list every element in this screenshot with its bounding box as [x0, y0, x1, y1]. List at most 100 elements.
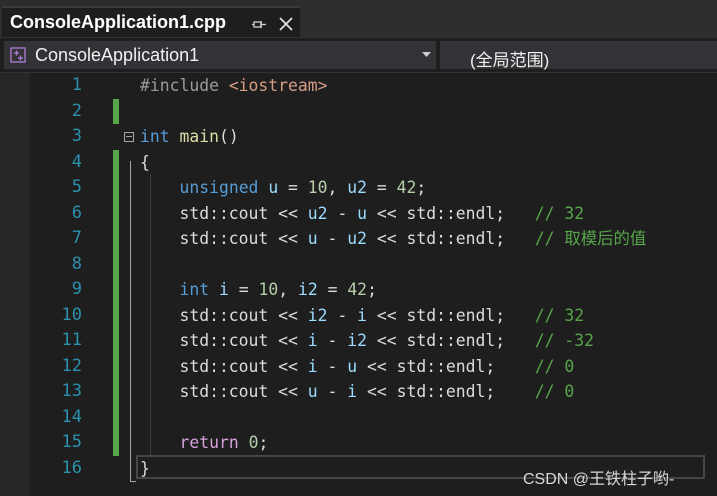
code-token: {: [140, 152, 150, 172]
line-number: 10: [61, 304, 82, 325]
line-number: 3: [71, 126, 82, 146]
code-token: i: [218, 280, 229, 299]
code-token: =: [317, 280, 348, 299]
code-text: unsigned u = 10, u2 = 42;: [140, 175, 426, 201]
code-token: u2: [347, 229, 367, 248]
code-line[interactable]: 12 std::cout << i - u << std::endl; // 0: [0, 353, 717, 379]
change-indicator: [113, 226, 119, 252]
code-text: std::cout << u - u2 << std::endl; // 取模后…: [140, 226, 646, 252]
cpp-project-icon: [10, 47, 26, 63]
fold-region-line: [130, 161, 131, 481]
change-indicator: [113, 175, 119, 201]
code-text: int main(): [140, 124, 239, 150]
change-indicator: [113, 98, 119, 124]
code-token: ;: [367, 280, 377, 299]
code-token: i2: [307, 305, 328, 325]
code-token: u: [307, 382, 318, 401]
code-token: -: [317, 229, 348, 248]
line-number: 13: [61, 381, 82, 401]
code-line[interactable]: 14: [0, 404, 717, 430]
code-token: =: [228, 280, 259, 299]
pin-icon[interactable]: [251, 16, 267, 32]
code-token: 0: [248, 433, 259, 452]
project-dropdown[interactable]: ConsoleApplication1: [4, 41, 436, 69]
code-token: i2: [297, 280, 318, 299]
line-number: 9: [71, 279, 82, 299]
code-line[interactable]: 7 std::cout << u - u2 << std::endl; // 取…: [0, 226, 717, 252]
code-line[interactable]: 11 std::cout << i - i2 << std::endl; // …: [0, 328, 717, 354]
code-token: u2: [307, 203, 328, 223]
chevron-down-icon[interactable]: [422, 52, 431, 58]
line-number: 8: [71, 253, 82, 274]
code-token: std::cout <<: [140, 331, 308, 350]
project-label: ConsoleApplication1: [35, 45, 200, 65]
line-number: 14: [61, 406, 82, 427]
code-token: ,: [327, 178, 348, 197]
line-number: 11: [61, 330, 82, 350]
code-token: // 32: [534, 305, 585, 325]
code-token: ;: [258, 433, 269, 452]
code-token: // -32: [534, 331, 594, 350]
code-text: std::cout << u2 - u << std::endl; // 32: [140, 201, 584, 227]
line-number: 4: [71, 151, 82, 172]
code-line[interactable]: 13 std::cout << u - i << std::endl; // 0: [0, 379, 717, 405]
code-token: std::cout <<: [140, 305, 308, 325]
change-indicator: [113, 379, 119, 405]
code-line[interactable]: 9 int i = 10, i2 = 42;: [0, 277, 717, 303]
code-line[interactable]: 6 std::cout << u2 - u << std::endl; // 3…: [0, 200, 717, 227]
code-token: -: [327, 305, 358, 325]
change-indicator: [113, 430, 119, 456]
change-indicator: [113, 200, 119, 226]
code-line[interactable]: 3 int main(): [0, 124, 717, 150]
collapse-toggle-icon[interactable]: [124, 132, 134, 142]
code-line[interactable]: 10 std::cout << i2 - i << std::endl; // …: [0, 302, 717, 329]
code-text: int i = 10, i2 = 42;: [140, 277, 377, 303]
code-token: i: [347, 382, 358, 401]
scope-dropdown[interactable]: (全局范围): [440, 41, 717, 70]
code-token: 42: [347, 280, 368, 299]
code-line[interactable]: 5 unsigned u = 10, u2 = 42;: [0, 175, 717, 201]
code-token: -: [317, 331, 348, 350]
fold-region-end: [130, 481, 136, 482]
code-line[interactable]: 1 #include <iostream>: [0, 73, 717, 99]
code-line[interactable]: 2: [0, 98, 717, 124]
csdn-watermark: CSDN @王铁柱子哟-: [523, 471, 675, 488]
vertical-scrollbar[interactable]: [705, 73, 717, 496]
code-token: << std::endl;: [357, 382, 535, 401]
change-indicator: [113, 277, 119, 303]
code-token: u: [307, 229, 318, 248]
code-token: << std::endl;: [367, 229, 535, 248]
line-number: 1: [71, 75, 82, 95]
line-number: 7: [71, 228, 82, 248]
change-indicator: [113, 404, 119, 430]
code-token: main: [179, 127, 219, 146]
code-token: 10: [258, 280, 279, 299]
code-token: u: [347, 356, 358, 376]
change-indicator: [113, 353, 119, 379]
code-line[interactable]: 8: [0, 251, 717, 277]
code-token: i: [307, 331, 318, 350]
document-tab[interactable]: ConsoleApplication1.cpp: [2, 6, 300, 37]
line-number: 2: [71, 100, 82, 121]
line-number: 16: [61, 457, 82, 478]
code-token: i: [307, 356, 318, 376]
code-token: -: [327, 203, 358, 223]
code-token: 42: [396, 178, 417, 197]
code-text: std::cout << i2 - i << std::endl; // 32: [140, 303, 584, 329]
line-number: 15: [61, 432, 82, 452]
code-token: return: [179, 433, 239, 452]
line-number: 12: [61, 355, 82, 376]
document-tab-strip: ConsoleApplication1.cpp: [0, 0, 717, 37]
code-line[interactable]: 15 return 0;: [0, 430, 717, 456]
code-token: #include: [140, 76, 229, 95]
code-line[interactable]: 4{: [0, 149, 717, 175]
scope-label: (全局范围): [470, 51, 550, 70]
code-editor[interactable]: 1 #include <iostream> 2 3 int main() 4{5 unsi…: [0, 73, 717, 496]
code-token: << std::endl;: [357, 356, 535, 376]
close-icon[interactable]: [277, 15, 295, 33]
code-token: // 取模后的值: [534, 229, 647, 248]
code-token: int: [140, 127, 170, 146]
